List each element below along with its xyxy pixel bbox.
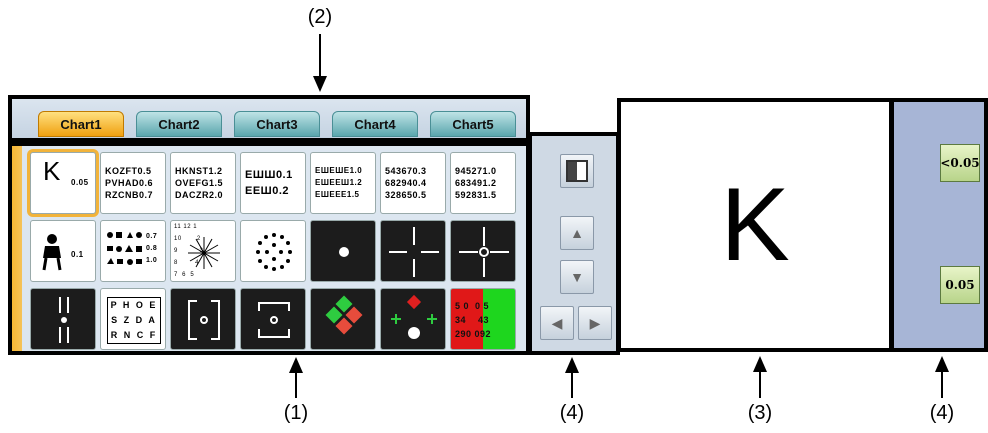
chart-preview: K (617, 98, 893, 352)
tab-chart2[interactable]: Chart2 (136, 111, 222, 137)
chart-cell-lines: HKNST1.2 OVEFG1.5 DACZR2.0 (175, 166, 224, 200)
chart-acuity-value: 0.1 (71, 250, 84, 259)
acuity-button-less-than-0-05[interactable]: <0.05 (940, 144, 980, 182)
chart-cell-cross-circle[interactable] (450, 220, 516, 282)
chart-cell-letters-b[interactable]: HKNST1.2 OVEFG1.5 DACZR2.0 (170, 152, 236, 214)
chart-cell-letter-boxes[interactable]: P H O E S Z D A R N C F (100, 288, 166, 350)
red-green-numbers: 5 0 0 5 34 43 290 092 (455, 301, 492, 339)
chart-cell-bracket-square[interactable] (170, 288, 236, 350)
chart-letter: K (43, 156, 61, 186)
acuity-button-0-05[interactable]: 0.05 (940, 266, 980, 304)
chart-cell-color-cross[interactable] (380, 288, 446, 350)
acuity-panel: <0.05 0.05 (890, 98, 988, 352)
pictogram-icons (107, 232, 142, 265)
chart-cell-lines: ЕШЕШЕ1.0 ЕШЕЕШ1.2 ЕШЕЕЕ1.5 (315, 166, 363, 199)
chart-cell-child-figure[interactable]: 0.1 (30, 220, 96, 282)
cross-circle-icon (459, 227, 509, 277)
navigation-panel: ▲ ▼ ◀ ▶ (528, 132, 620, 355)
chart-cell-tumbling-e-small[interactable]: ЕШЕШЕ1.0 ЕШЕЕШ1.2 ЕШЕЕЕ1.5 (310, 152, 376, 214)
down-arrow-icon: ▼ (570, 269, 584, 285)
chart-grid: K 0.05 KOZFT0.5 PVHAD0.6 RZCNB0.7 HKNST1… (8, 142, 530, 355)
callout-1: (1) (283, 402, 309, 424)
tab-chart4[interactable]: Chart4 (332, 111, 418, 137)
chart-cell-lines: 543670.3 682940.4 328650.5 (385, 166, 427, 200)
callout-2: (2) (307, 6, 333, 28)
right-arrow-icon: ▶ (589, 314, 601, 331)
arrow-2-head (313, 76, 327, 92)
callout-4b: (4) (929, 402, 955, 424)
chart-tab-bar: Chart1 Chart2 Chart3 Chart4 Chart5 (8, 95, 530, 142)
center-dot-icon (339, 247, 349, 257)
chart-acuity-value: 0.05 (71, 178, 89, 187)
child-figure-icon (42, 234, 62, 271)
arrow-4b-head (935, 356, 949, 372)
split-view-icon (566, 160, 588, 182)
up-arrow-button[interactable]: ▲ (560, 216, 594, 250)
split-view-button[interactable] (560, 154, 594, 188)
chart-cell-lines: 0.7 0.8 1.0 (146, 233, 158, 264)
tab-chart3[interactable]: Chart3 (234, 111, 320, 137)
dot-pattern-icon (256, 233, 292, 271)
tab-chart5[interactable]: Chart5 (430, 111, 516, 137)
chart-cell-pictograms[interactable]: 0.7 0.8 1.0 (100, 220, 166, 282)
chart-cell-lines: KOZFT0.5 PVHAD0.6 RZCNB0.7 (105, 166, 154, 200)
left-arrow-icon: ◀ (551, 314, 563, 331)
chart-cell-cross[interactable] (380, 220, 446, 282)
corner-square-icon (258, 302, 290, 338)
callout-4a: (4) (559, 402, 585, 424)
tab-chart1[interactable]: Chart1 (38, 111, 124, 137)
chart-cell-center-dot[interactable] (310, 220, 376, 282)
arrow-1-line (295, 372, 297, 398)
chart-cell-lines: ЕШШ0.1 ЕЕШ0.2 (245, 169, 293, 197)
grid-selection-strip (12, 146, 22, 351)
callout-3: (3) (747, 402, 773, 424)
chart-cell-vertical-lines[interactable] (30, 288, 96, 350)
chart-cell-tumbling-e-large[interactable]: ЕШШ0.1 ЕЕШ0.2 (240, 152, 306, 214)
chart-cell-corner-square[interactable] (240, 288, 306, 350)
color-cross-icon (391, 294, 437, 339)
chart-cell-numbers-a[interactable]: 543670.3 682940.4 328650.5 (380, 152, 446, 214)
arrow-4a-line (571, 372, 573, 398)
arrow-3-head (753, 356, 767, 372)
preview-letter: K (720, 166, 790, 283)
chart-cell-worth-dots[interactable] (310, 288, 376, 350)
chart-cell-red-green[interactable]: 5 0 0 5 34 43 290 092 (450, 288, 516, 350)
chart-cell-numbers-b[interactable]: 945271.0 683491.2 592831.5 (450, 152, 516, 214)
left-arrow-button[interactable]: ◀ (540, 306, 574, 340)
arrow-3-line (759, 372, 761, 398)
chart-cell-letters-a[interactable]: KOZFT0.5 PVHAD0.6 RZCNB0.7 (100, 152, 166, 214)
arrow-1-head (289, 357, 303, 373)
arrow-4a-head (565, 357, 579, 373)
up-arrow-icon: ▲ (570, 225, 584, 241)
clock-dial-numbers: 11 12 1 10 2 9 3 8 4 7 6 5 (174, 224, 204, 278)
letter-box-lines: P H O E S Z D A R N C F (107, 297, 161, 344)
vertical-lines-dot-icon (59, 297, 69, 343)
arrow-4b-line (941, 372, 943, 398)
chart-cell-lines: 945271.0 683491.2 592831.5 (455, 166, 497, 200)
chart-cell-k[interactable]: K 0.05 (30, 152, 96, 214)
letter-box-rows: P H O E S Z D A R N C F (107, 297, 161, 344)
arrow-2-line (319, 34, 321, 78)
bracket-square-icon (188, 300, 220, 340)
down-arrow-button[interactable]: ▼ (560, 260, 594, 294)
right-arrow-button[interactable]: ▶ (578, 306, 612, 340)
worth-four-dot-icon (325, 295, 363, 335)
chart-cell-dot-circle[interactable] (240, 220, 306, 282)
cross-target-icon (389, 227, 439, 277)
chart-cell-clock-dial[interactable]: 11 12 1 10 2 9 3 8 4 7 6 5 (170, 220, 236, 282)
